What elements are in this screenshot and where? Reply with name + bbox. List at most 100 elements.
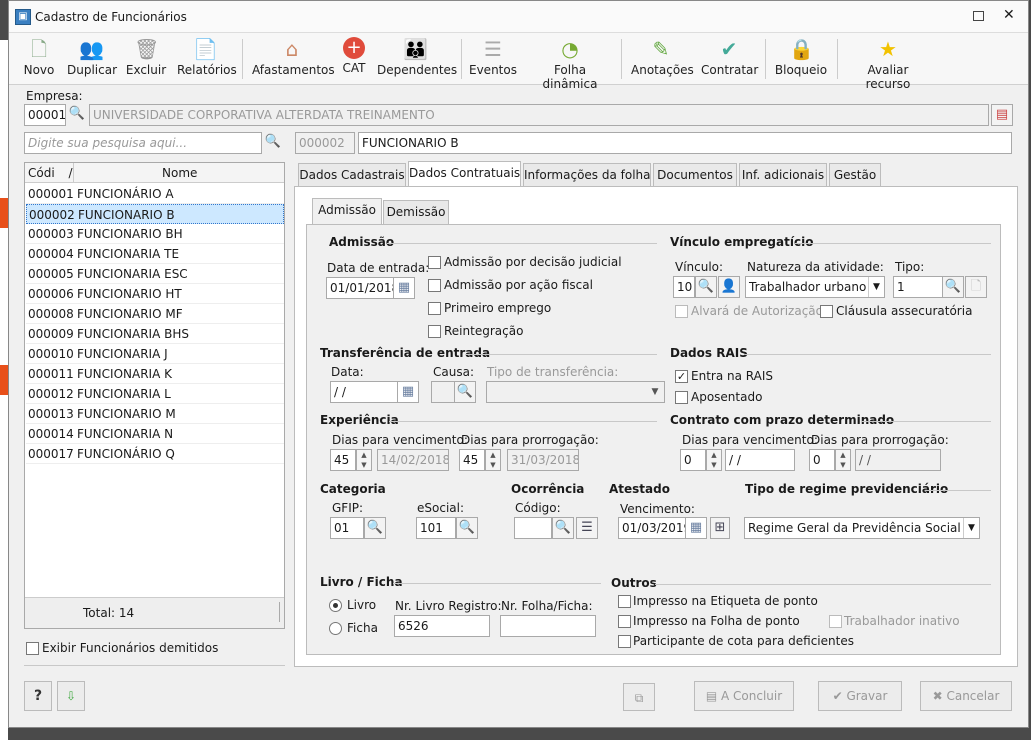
ficha-radio[interactable] xyxy=(329,622,342,635)
col-code-header[interactable]: Códi / xyxy=(28,166,73,180)
cota-checkbox[interactable] xyxy=(618,635,631,648)
etiqueta-checkbox[interactable] xyxy=(618,595,631,608)
list-item[interactable]: 000004 FUNCIONARIA TE xyxy=(26,244,284,264)
close-icon[interactable]: ✕ xyxy=(1003,7,1015,23)
calendar-button[interactable]: ▦ xyxy=(393,277,415,299)
novo-button[interactable]: 🗋 Novo xyxy=(21,35,57,83)
list-item[interactable]: 000002 FUNCIONARIO B xyxy=(26,204,284,224)
list-item[interactable]: 000006 FUNCIONARIO HT xyxy=(26,284,284,304)
atestado-venc-input[interactable]: 01/03/2019 xyxy=(618,517,686,539)
tab-inf-adicionais[interactable]: Inf. adicionais xyxy=(739,163,827,187)
atestado-add-button[interactable]: ⊞ xyxy=(710,517,730,539)
list-item[interactable]: 000003 FUNCIONARIO BH xyxy=(26,224,284,244)
empresa-search-button[interactable]: 🔍 xyxy=(66,104,88,126)
esocial-input[interactable]: 101 xyxy=(416,517,456,539)
employee-name-input[interactable]: FUNCIONARIO B xyxy=(358,132,1012,154)
export-button[interactable]: ⇩ xyxy=(57,681,85,711)
gfip-search-button[interactable]: 🔍 xyxy=(364,517,386,539)
concluir-button[interactable]: ▤ A Concluir xyxy=(694,681,794,711)
entra-rais-checkbox[interactable]: ✓ xyxy=(675,370,688,383)
exibir-demitidos-checkbox[interactable] xyxy=(26,642,39,655)
ocorrencia-search-button[interactable]: 🔍 xyxy=(552,517,574,539)
chevron-down-icon[interactable]: ▼ xyxy=(868,277,884,297)
reintegracao-checkbox[interactable] xyxy=(428,325,441,338)
spinner[interactable]: ▲ ▼ xyxy=(706,449,722,471)
ocorrencia-list-button[interactable]: ☰ xyxy=(576,517,598,539)
chevron-down-icon[interactable]: ▼ xyxy=(963,518,979,538)
empresa-code-input[interactable]: 00001 xyxy=(24,104,66,126)
tab-dados-cadastrais[interactable]: Dados Cadastrais xyxy=(298,163,406,187)
gravar-button[interactable]: ✔ Gravar xyxy=(818,681,902,711)
dependentes-button[interactable]: 👪 Dependentes xyxy=(377,35,457,83)
exp-venc-days-input[interactable]: 45 xyxy=(330,449,356,471)
bloqueio-button[interactable]: 🔒 Bloqueio xyxy=(773,35,829,83)
folha-ponto-checkbox[interactable] xyxy=(618,615,631,628)
inativo-checkbox[interactable] xyxy=(829,615,842,628)
esocial-search-button[interactable]: 🔍 xyxy=(456,517,478,539)
fiscal-checkbox[interactable] xyxy=(428,279,441,292)
spinner[interactable]: ▲ ▼ xyxy=(485,449,501,471)
relatorios-button[interactable]: 📄 Relatórios xyxy=(177,35,237,83)
calendar-button[interactable]: ▦ xyxy=(397,381,419,403)
empresa-card-button[interactable]: ▤ xyxy=(991,104,1013,126)
avaliar-button[interactable]: ★ Avaliar recurso xyxy=(845,35,931,91)
natureza-select[interactable]: Trabalhador urbano xyxy=(745,276,885,298)
list-item[interactable]: 000012 FUNCIONARIA L xyxy=(26,384,284,404)
regime-select[interactable]: Regime Geral da Previdência Social (RGP xyxy=(744,517,980,539)
livro-radio[interactable] xyxy=(329,599,342,612)
help-button[interactable]: ? xyxy=(24,681,52,711)
list-item[interactable]: 000017 FUNCIONÁRIO Q xyxy=(26,444,284,464)
col-name-header[interactable]: Nome xyxy=(162,166,197,180)
duplicar-button[interactable]: 👥 Duplicar xyxy=(67,35,117,83)
list-item[interactable]: 000010 FUNCIONARIA J xyxy=(26,344,284,364)
tab-documentos[interactable]: Documentos xyxy=(653,163,737,187)
restore-icon[interactable] xyxy=(973,11,984,21)
list-item[interactable]: 000008 FUNCIONARIO MF xyxy=(26,304,284,324)
list-item[interactable]: 000005 FUNCIONARIA ESC xyxy=(26,264,284,284)
list-item[interactable]: 000009 FUNCIONARIA BHS xyxy=(26,324,284,344)
copy-button[interactable]: ⧉ xyxy=(623,683,655,711)
gfip-input[interactable]: 01 xyxy=(330,517,364,539)
vinculo-add-button[interactable]: 👤 xyxy=(718,276,740,298)
clausula-checkbox[interactable] xyxy=(820,305,833,318)
cancelar-button[interactable]: ✖ Cancelar xyxy=(920,681,1012,711)
vinculo-search-button[interactable]: 🔍 xyxy=(695,276,717,298)
anotacoes-button[interactable]: ✎ Anotações xyxy=(631,35,694,83)
data-entrada-input[interactable]: 01/01/2018 xyxy=(326,277,394,299)
spinner[interactable]: ▲ ▼ xyxy=(356,449,372,471)
tipo-doc-button[interactable]: 🗋 xyxy=(965,276,987,298)
subtab-demissao[interactable]: Demissão xyxy=(383,200,449,224)
list-item[interactable]: 000001 FUNCIONÁRIO A xyxy=(26,184,284,204)
tab-gestao[interactable]: Gestão xyxy=(829,163,881,187)
contratar-button[interactable]: ✔ Contratar xyxy=(701,35,758,83)
list-item[interactable]: 000014 FUNCIONARIA N xyxy=(26,424,284,444)
exp-prorr-days-input[interactable]: 45 xyxy=(459,449,485,471)
tab-dados-contratuais[interactable]: Dados Contratuais xyxy=(408,161,521,187)
ctr-prorr-days-input[interactable]: 0 xyxy=(809,449,835,471)
search-input[interactable]: Digite sua pesquisa aqui... xyxy=(24,132,262,154)
eventos-button[interactable]: ☰ Eventos xyxy=(469,35,517,83)
list-item[interactable]: 000011 FUNCIONARIA K xyxy=(26,364,284,384)
tab-informacoes-folha[interactable]: Informações da folha xyxy=(523,163,651,187)
primeiro-emprego-checkbox[interactable] xyxy=(428,302,441,315)
nr-folha-input[interactable] xyxy=(500,615,596,637)
ctr-venc-days-input[interactable]: 0 xyxy=(680,449,706,471)
list-item[interactable]: 000013 FUNCIONARIO M xyxy=(26,404,284,424)
ctr-venc-date-input[interactable]: / / xyxy=(725,449,795,471)
folha-dinamica-button[interactable]: ◔ Folha dinâmica xyxy=(527,35,613,91)
nr-livro-input[interactable]: 6526 xyxy=(394,615,490,637)
cat-button[interactable]: + CAT xyxy=(340,35,368,83)
judicial-checkbox[interactable] xyxy=(428,256,441,269)
afastamentos-button[interactable]: ⌂ Afastamentos xyxy=(252,35,335,83)
calendar-button[interactable]: ▦ xyxy=(685,517,707,539)
search-button[interactable]: 🔍 xyxy=(262,132,284,154)
tipo-input[interactable]: 1 xyxy=(893,276,943,298)
spinner[interactable]: ▲ ▼ xyxy=(835,449,851,471)
subtab-admissao[interactable]: Admissão xyxy=(312,198,382,225)
vinculo-input[interactable]: 10 xyxy=(673,276,695,298)
alvara-checkbox[interactable] xyxy=(675,305,688,318)
ocorrencia-codigo-input[interactable] xyxy=(514,517,552,539)
transf-data-input[interactable]: / / xyxy=(330,381,398,403)
aposentado-checkbox[interactable] xyxy=(675,391,688,404)
tipo-search-button[interactable]: 🔍 xyxy=(942,276,964,298)
